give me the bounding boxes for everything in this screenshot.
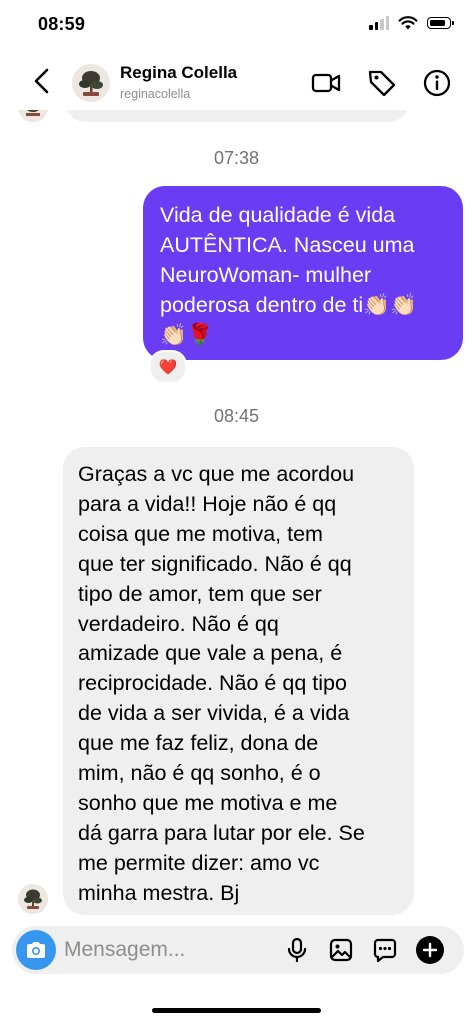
heart-reaction[interactable]: ❤️ xyxy=(149,350,187,384)
status-bar: 08:59 xyxy=(0,0,473,54)
outgoing-message-line: 👏🏻🌹 xyxy=(160,323,214,347)
incoming-message-line: reciprocidade. Não é qq tipo xyxy=(78,671,347,696)
incoming-message-line: para a vida!! Hoje não é qq xyxy=(78,491,337,516)
plus-icon xyxy=(422,942,438,958)
message-input[interactable]: Mensagem... xyxy=(64,938,185,962)
sender-avatar[interactable] xyxy=(18,884,48,914)
incoming-message-line: Graças a vc que me acordou xyxy=(78,462,355,486)
battery-icon xyxy=(427,17,454,29)
bonsai-avatar-image xyxy=(72,64,110,102)
chat-header: Regina Colella reginacolella xyxy=(0,54,473,110)
incoming-message-line: amizade que vale a pena, é xyxy=(78,641,343,666)
message-timestamp: 08:45 xyxy=(213,406,260,426)
incoming-message-line: dá garra para lutar por ele. Se xyxy=(78,820,365,845)
camera-icon xyxy=(27,942,45,958)
incoming-message-line: me permite dizer: amo vc xyxy=(78,850,320,875)
contact-name[interactable]: Regina Colella xyxy=(120,63,237,83)
video-camera-icon[interactable] xyxy=(310,67,342,99)
incoming-message-line: verdadeiro. Não é qq xyxy=(78,611,279,636)
incoming-message-line: de vida a ser vivida, é a vida xyxy=(78,701,350,726)
incoming-message-line: mim, não é qq sonho, é o xyxy=(78,761,321,786)
cellular-signal-icon xyxy=(369,16,389,30)
outgoing-message-line: AUTÊNTICA. Nasceu uma xyxy=(160,233,415,257)
gallery-icon[interactable] xyxy=(327,936,355,964)
wifi-icon xyxy=(398,16,418,30)
outgoing-message-line: NeuroWoman- mulher xyxy=(160,263,372,287)
contact-username[interactable]: reginacolella xyxy=(120,87,190,101)
incoming-message-line: que me faz feliz, dona de xyxy=(78,731,319,756)
heart-icon: ❤️ xyxy=(158,359,178,376)
outgoing-message-bubble[interactable]: Vida de qualidade é vida AUTÊNTICA. Nasc… xyxy=(143,186,463,360)
message-composer: Mensagem... xyxy=(12,926,464,974)
camera-button[interactable] xyxy=(16,930,56,970)
incoming-message-line: que ter significado. Não é qq xyxy=(78,551,352,576)
message-timestamp: 07:38 xyxy=(213,148,260,168)
home-indicator xyxy=(152,1008,321,1013)
microphone-icon[interactable] xyxy=(283,936,311,964)
avatar[interactable] xyxy=(72,64,110,102)
incoming-message-line: tipo de amor, tem que ser xyxy=(78,581,322,606)
incoming-message-bubble[interactable]: Graças a vc que me acordou para a vida!!… xyxy=(63,447,414,915)
status-time: 08:59 xyxy=(38,14,86,34)
incoming-message-line: minha mestra. Bj xyxy=(78,880,240,905)
tag-icon[interactable] xyxy=(366,67,398,99)
sticker-chat-icon[interactable] xyxy=(371,936,399,964)
outgoing-message-line: Vida de qualidade é vida xyxy=(160,203,396,227)
outgoing-message-line: poderosa dentro de ti👏🏻👏🏻 xyxy=(160,293,417,317)
incoming-message-line: sonho que me motiva e me xyxy=(78,790,338,815)
incoming-message-line: coisa que me motiva, tem xyxy=(78,521,323,546)
plus-button[interactable] xyxy=(416,936,444,964)
back-chevron-icon[interactable] xyxy=(28,66,56,96)
info-icon[interactable] xyxy=(421,67,453,99)
